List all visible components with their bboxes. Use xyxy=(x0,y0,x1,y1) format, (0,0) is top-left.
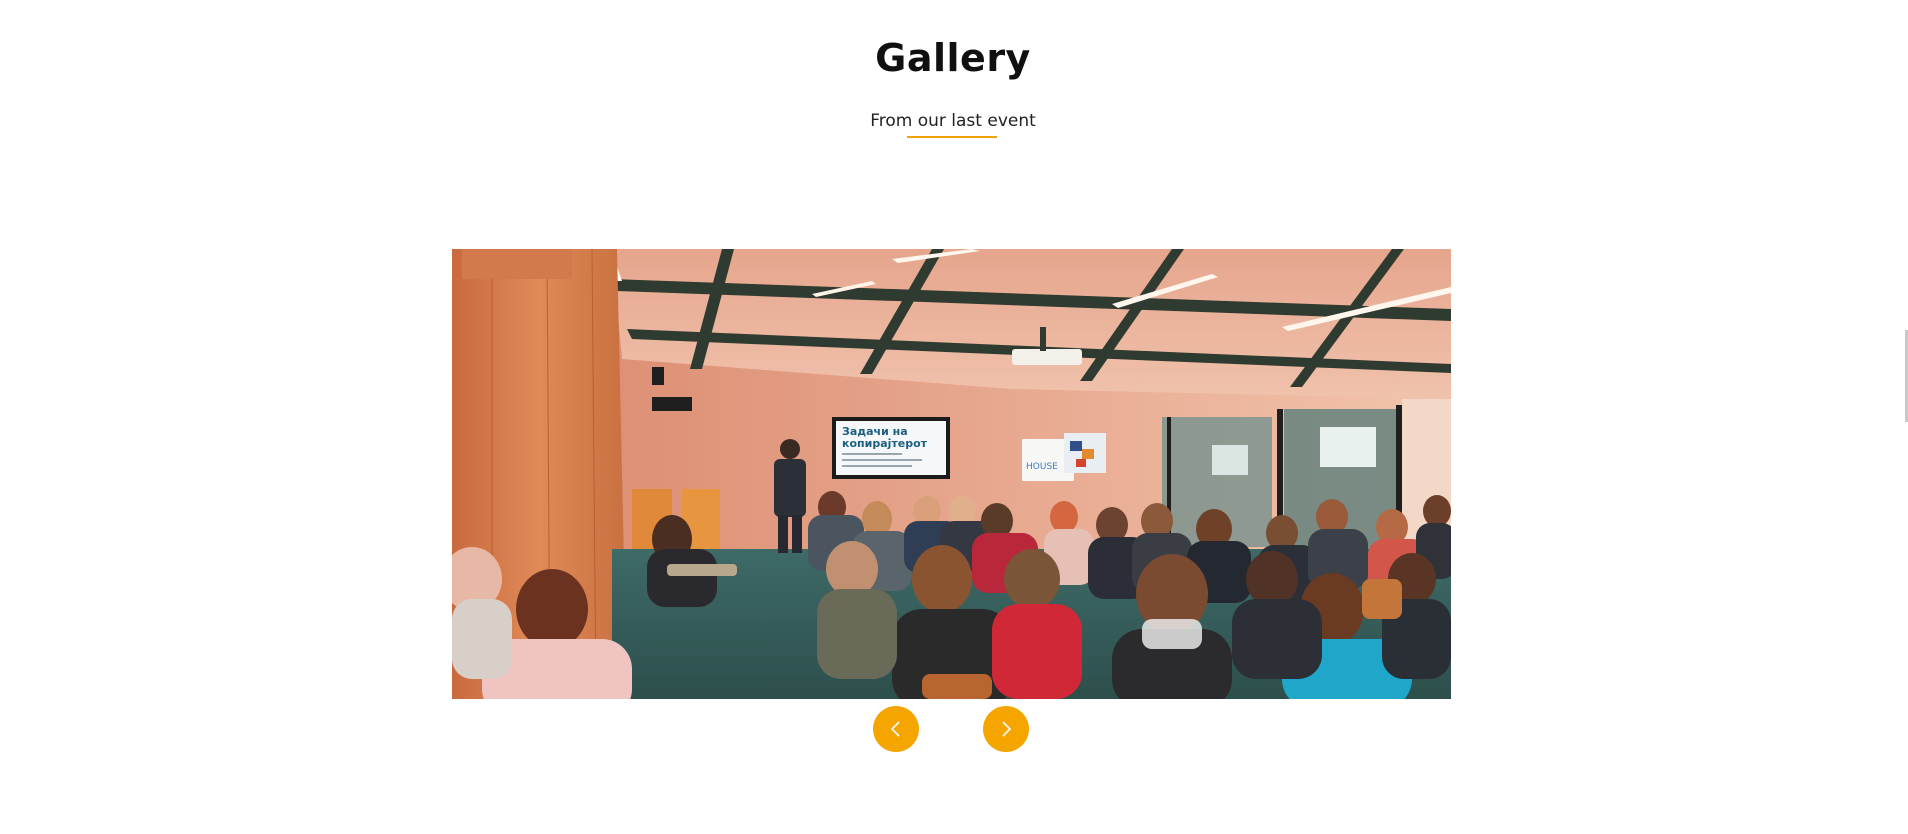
gallery-prev-button[interactable] xyxy=(873,706,919,752)
chevron-right-icon xyxy=(999,719,1013,739)
gallery-title: Gallery xyxy=(875,36,1031,80)
gallery-slide-image: Задачи на копирајтерот HOUSE xyxy=(452,249,1451,699)
gallery-next-button[interactable] xyxy=(983,706,1029,752)
chevron-left-icon xyxy=(889,719,903,739)
screen-text-2: копирајтерот xyxy=(842,437,928,450)
gallery-subtitle: From our last event xyxy=(870,111,1036,131)
subtitle-underline xyxy=(907,136,997,138)
sign-text: HOUSE xyxy=(1026,462,1058,472)
